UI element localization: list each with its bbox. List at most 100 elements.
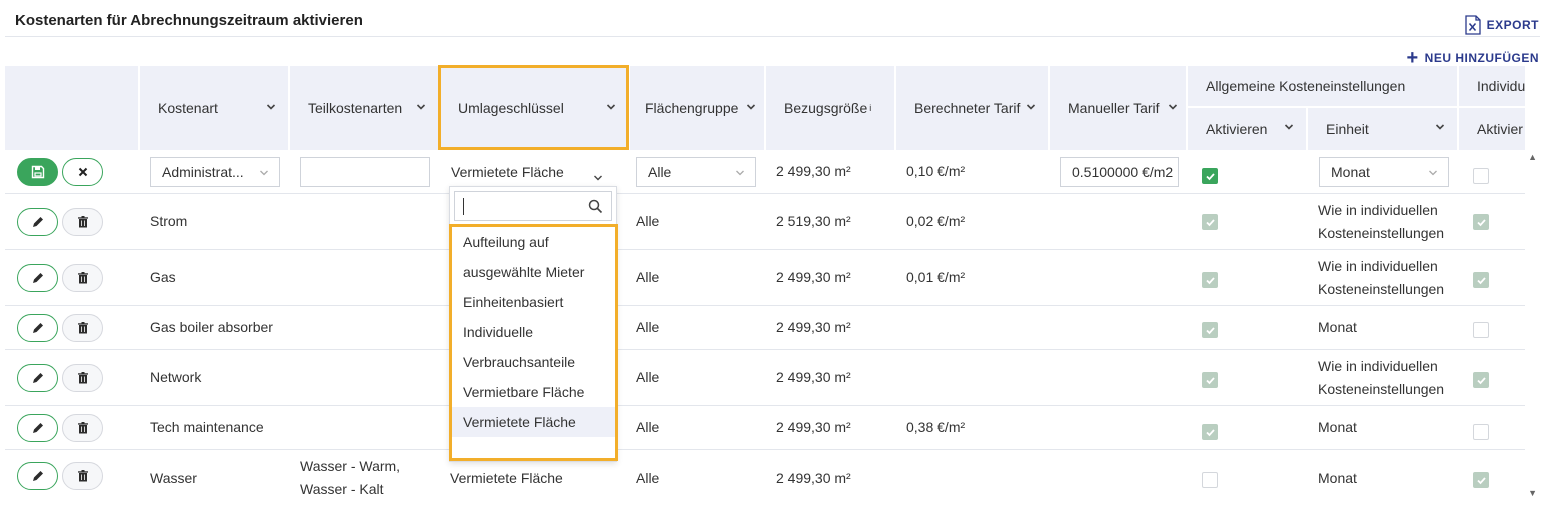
table-row-edit: Administrat... Vermietete Fläche Alle 2 …	[5, 150, 1525, 194]
table-row: Tech maintenance Alle 2 499,30 m² 0,38 €…	[5, 406, 1525, 450]
header-berechneter-tarif[interactable]: Berechneter Tarif	[896, 66, 1050, 150]
flaechengruppe-select[interactable]: Alle	[636, 157, 756, 187]
allgemeine-aktivieren-checkbox[interactable]	[1202, 472, 1218, 488]
table-header: Kostenart Teilkostenarten Umlageschlüsse…	[5, 66, 1525, 150]
delete-button[interactable]	[62, 364, 103, 392]
checkmark-icon	[1476, 476, 1486, 484]
einheit-select[interactable]: Monat	[1319, 157, 1449, 187]
allgemeine-aktivieren-checkbox[interactable]	[1202, 424, 1218, 440]
allgemeine-aktivieren-checkbox[interactable]	[1202, 168, 1218, 184]
allgemeine-aktivieren-checkbox[interactable]	[1202, 372, 1218, 388]
save-button[interactable]	[17, 158, 58, 186]
scroll-up-arrow[interactable]: ▲	[1528, 152, 1537, 162]
einheit-line: Kosteneinstellungen	[1318, 280, 1445, 297]
teilkostenarten-input[interactable]	[300, 157, 430, 187]
berechneter-tarif-cell: 0,38 €/m²	[906, 419, 966, 435]
header-allgemeine-einheit[interactable]: Einheit	[1308, 108, 1459, 150]
title-divider	[5, 36, 1540, 37]
pencil-icon	[32, 323, 43, 333]
edit-button[interactable]	[17, 264, 58, 292]
delete-button[interactable]	[62, 462, 103, 490]
header-label: Allgemeine Kosteneinstellungen	[1206, 78, 1406, 94]
header-manueller-tarif[interactable]: Manueller Tarif	[1050, 66, 1188, 150]
kostenart-cell: Network	[150, 369, 202, 385]
kostenart-cell: Gas	[150, 269, 176, 285]
header-individuelle-aktivieren[interactable]: Aktivier	[1459, 108, 1525, 150]
option-line: ausgewählte Mieter	[463, 264, 585, 280]
edit-button[interactable]	[17, 314, 58, 342]
einheit-cell: Monat	[1318, 469, 1357, 486]
bezugsgroesse-cell: 2 499,30 m²	[776, 469, 851, 486]
allgemeine-aktivieren-checkbox[interactable]	[1202, 322, 1218, 338]
individuelle-aktivieren-checkbox[interactable]	[1473, 322, 1489, 338]
dropdown-search-input[interactable]	[454, 191, 612, 221]
berechneter-tarif-value: 0,10 €/m²	[906, 163, 966, 179]
bezugsgroesse-cell: 2 519,30 m²	[776, 213, 851, 229]
allgemeine-aktivieren-checkbox[interactable]	[1202, 214, 1218, 230]
header-teilkostenarten[interactable]: Teilkostenarten	[290, 66, 440, 150]
einheit-cell: Wie in individuellen Kosteneinstellungen	[1318, 250, 1444, 305]
close-icon	[78, 167, 87, 177]
excel-file-icon	[1465, 15, 1481, 35]
individuelle-aktivieren-checkbox[interactable]	[1473, 272, 1489, 288]
checkmark-icon	[1205, 428, 1215, 436]
individuelle-aktivieren-checkbox[interactable]	[1473, 214, 1489, 230]
chevron-down-icon	[266, 102, 276, 112]
pencil-icon	[32, 373, 43, 383]
dropdown-option-aufteilung[interactable]: Aufteilung auf ausgewählte Mieter	[450, 227, 616, 287]
info-superscript[interactable]: i	[869, 103, 871, 113]
einheit-line: Wie in individuellen	[1318, 357, 1438, 374]
header-allgemeine-aktivieren[interactable]: Aktivieren	[1188, 108, 1308, 150]
option-line: Einheitenbasiert	[463, 294, 564, 310]
kostenart-cell: Gas boiler absorber	[150, 319, 273, 335]
search-icon	[588, 199, 603, 214]
checkmark-icon	[1476, 218, 1486, 226]
checkmark-icon	[1205, 276, 1215, 284]
scroll-down-arrow[interactable]: ▼	[1528, 488, 1537, 498]
pencil-icon	[32, 217, 43, 227]
table-row: Gas boiler absorber Alle 2 499,30 m² Mon…	[5, 306, 1525, 350]
header-umlageschluessel[interactable]: Umlageschlüssel	[440, 66, 630, 150]
delete-button[interactable]	[62, 208, 103, 236]
header-label: Flächengruppe	[645, 100, 739, 116]
header-group-individuelle: Individu	[1459, 66, 1525, 108]
trash-icon	[77, 322, 88, 334]
header-label: Individu	[1477, 78, 1525, 94]
edit-button[interactable]	[17, 364, 58, 392]
individuelle-aktivieren-checkbox[interactable]	[1473, 372, 1489, 388]
individuelle-aktivieren-checkbox[interactable]	[1473, 472, 1489, 488]
add-new-button[interactable]: + NEU HINZUFÜGEN	[1406, 48, 1539, 68]
individuelle-aktivieren-checkbox[interactable]	[1473, 424, 1489, 440]
header-actions	[5, 66, 140, 150]
allgemeine-aktivieren-checkbox[interactable]	[1202, 272, 1218, 288]
dropdown-option-vermietete-flaeche-selected[interactable]: Vermietete Fläche	[450, 407, 616, 437]
trash-icon	[77, 372, 88, 384]
edit-button[interactable]	[17, 414, 58, 442]
pencil-icon	[32, 471, 43, 481]
delete-button[interactable]	[62, 414, 103, 442]
individuelle-aktivieren-checkbox[interactable]	[1473, 168, 1489, 184]
chevron-down-icon	[735, 168, 745, 178]
kostenart-select[interactable]: Administrat...	[150, 157, 280, 187]
edit-button[interactable]	[17, 208, 58, 236]
chevron-down-icon	[1284, 122, 1294, 132]
export-button[interactable]: EXPORT	[1465, 15, 1539, 35]
dropdown-option-individuelle[interactable]: Individuelle Verbrauchsanteile	[450, 317, 616, 377]
checkmark-icon	[1476, 276, 1486, 284]
dropdown-option-vermietbare-flaeche[interactable]: Vermietbare Fläche	[450, 377, 616, 407]
header-label: Umlageschlüssel	[458, 100, 564, 116]
einheit-line: Kosteneinstellungen	[1318, 224, 1445, 241]
header-kostenart[interactable]: Kostenart	[140, 66, 290, 150]
bezugsgroesse-value: 2 499,30 m²	[776, 163, 851, 179]
edit-button[interactable]	[17, 462, 58, 490]
cost-types-grid: Kostenart Teilkostenarten Umlageschlüsse…	[5, 66, 1525, 506]
delete-button[interactable]	[62, 264, 103, 292]
cancel-button[interactable]	[62, 158, 103, 186]
header-label: Kostenart	[158, 100, 218, 116]
kostenart-select-value: Administrat...	[162, 164, 244, 180]
manueller-tarif-input[interactable]: 0.5100000 €/m2	[1060, 157, 1179, 187]
dropdown-option-einheitenbasiert[interactable]: Einheitenbasiert	[450, 287, 616, 317]
header-flaechengruppe[interactable]: Flächengruppe	[630, 66, 766, 150]
einheit-line: Wie in individuellen	[1318, 201, 1438, 218]
delete-button[interactable]	[62, 314, 103, 342]
